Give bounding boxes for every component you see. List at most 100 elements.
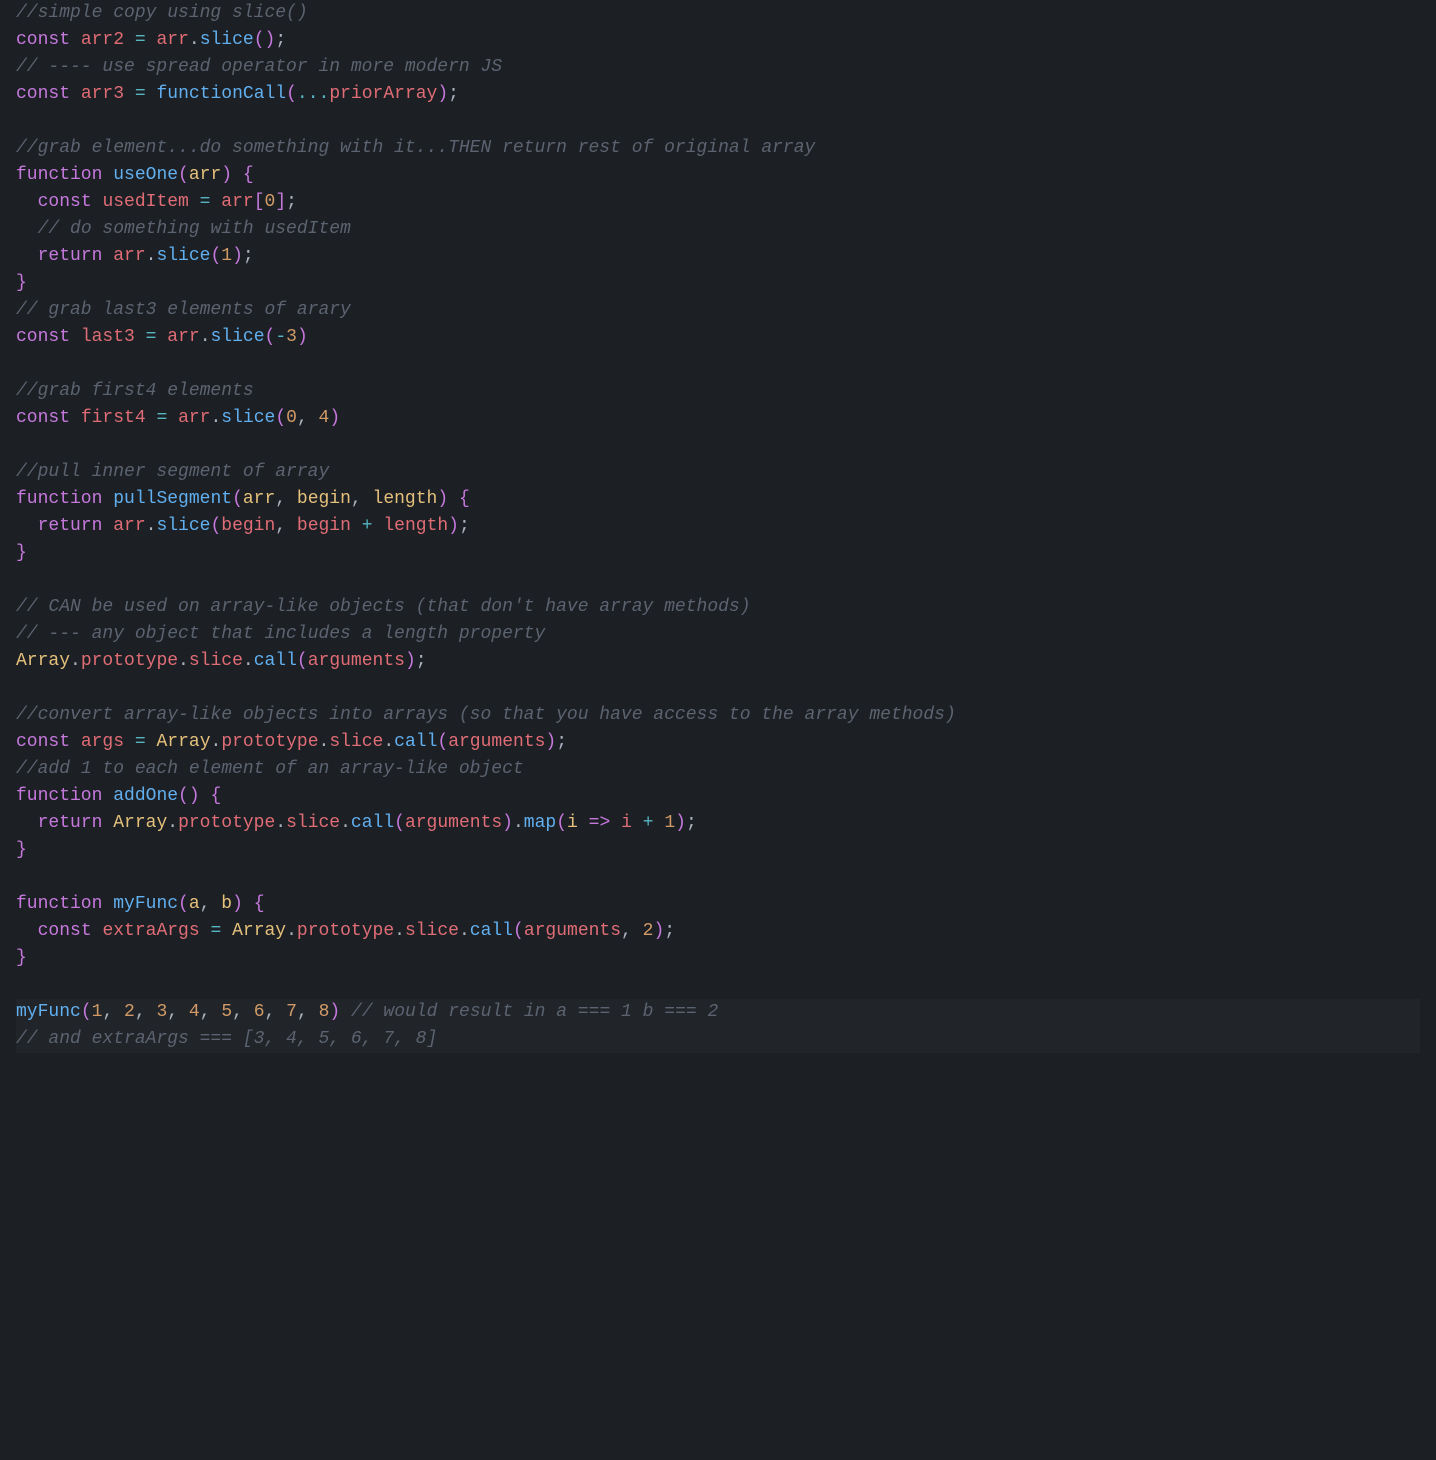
token-indentguide [16, 219, 38, 239]
token-num: 8 [319, 1002, 330, 1022]
token-paren: () [178, 786, 200, 806]
token-plain [102, 894, 113, 914]
token-varname: length [383, 516, 448, 536]
code-line[interactable] [16, 675, 1420, 702]
token-plain [102, 489, 113, 509]
token-plain [351, 516, 362, 536]
token-op: + [362, 516, 373, 536]
token-indentguide [16, 516, 38, 536]
code-line[interactable]: const arr2 = arr.slice(); [16, 27, 1420, 54]
token-plain [146, 408, 157, 428]
code-line[interactable] [16, 351, 1420, 378]
code-line[interactable] [16, 864, 1420, 891]
token-paren: ( [232, 489, 243, 509]
token-comment: // grab last3 elements of arary [16, 300, 351, 320]
token-punct: . [167, 813, 178, 833]
token-num: 5 [221, 1002, 232, 1022]
code-line[interactable] [16, 432, 1420, 459]
token-num: 2 [124, 1002, 135, 1022]
token-paren: ) [329, 408, 340, 428]
token-varname: arr [156, 30, 188, 50]
token-comment: //add 1 to each element of an array-like… [16, 759, 524, 779]
token-funccall: call [394, 732, 437, 752]
token-op: ... [297, 84, 329, 104]
token-punct: , [297, 1002, 319, 1022]
code-line[interactable]: //grab element...do something with it...… [16, 135, 1420, 162]
code-line[interactable]: // ---- use spread operator in more mode… [16, 54, 1420, 81]
token-punct: . [319, 732, 330, 752]
token-varname: priorArray [329, 84, 437, 104]
token-plain [610, 813, 621, 833]
token-indentguide [16, 246, 38, 266]
code-line[interactable]: } [16, 945, 1420, 972]
token-punct: . [383, 732, 394, 752]
token-storage: return [38, 813, 103, 833]
token-funccall: call [351, 813, 394, 833]
code-line[interactable]: //grab first4 elements [16, 378, 1420, 405]
code-line[interactable]: } [16, 837, 1420, 864]
token-paren: ) [405, 651, 416, 671]
code-line[interactable]: // CAN be used on array-like objects (th… [16, 594, 1420, 621]
token-punct: , [297, 408, 319, 428]
code-line[interactable]: // do something with usedItem [16, 216, 1420, 243]
code-line[interactable]: // --- any object that includes a length… [16, 621, 1420, 648]
token-param: a [189, 894, 200, 914]
token-paren: ) [545, 732, 556, 752]
token-paren: ( [178, 165, 189, 185]
code-line[interactable]: const last3 = arr.slice(-3) [16, 324, 1420, 351]
token-punct: . [70, 651, 81, 671]
code-line[interactable]: function addOne() { [16, 783, 1420, 810]
code-line[interactable] [16, 567, 1420, 594]
token-plain [243, 894, 254, 914]
code-line[interactable]: return arr.slice(1); [16, 243, 1420, 270]
code-line[interactable]: myFunc(1, 2, 3, 4, 5, 6, 7, 8) // would … [16, 999, 1420, 1026]
code-line[interactable]: const args = Array.prototype.slice.call(… [16, 729, 1420, 756]
code-line[interactable]: //convert array-like objects into arrays… [16, 702, 1420, 729]
code-line[interactable]: const first4 = arr.slice(0, 4) [16, 405, 1420, 432]
code-line[interactable]: return arr.slice(begin, begin + length); [16, 513, 1420, 540]
code-line[interactable]: //add 1 to each element of an array-like… [16, 756, 1420, 783]
token-punct: ; [448, 84, 459, 104]
token-storage: => [589, 813, 611, 833]
code-line[interactable] [16, 108, 1420, 135]
code-line[interactable] [16, 972, 1420, 999]
token-punct: . [200, 327, 211, 347]
token-comment: //grab first4 elements [16, 381, 254, 401]
code-line[interactable]: // grab last3 elements of arary [16, 297, 1420, 324]
token-storage: const [16, 84, 70, 104]
token-plain [70, 84, 81, 104]
code-line[interactable]: function useOne(arr) { [16, 162, 1420, 189]
code-line[interactable]: function pullSegment(arr, begin, length)… [16, 486, 1420, 513]
token-punct: , [135, 1002, 157, 1022]
code-line[interactable]: const usedItem = arr[0]; [16, 189, 1420, 216]
token-brace: { [459, 489, 470, 509]
code-line[interactable]: return Array.prototype.slice.call(argume… [16, 810, 1420, 837]
token-comment: //convert array-like objects into arrays… [16, 705, 956, 725]
token-bracket: [ [254, 192, 265, 212]
code-line[interactable]: } [16, 540, 1420, 567]
token-prop: prototype [297, 921, 394, 941]
token-varname: arr [178, 408, 210, 428]
code-line[interactable]: const extraArgs = Array.prototype.slice.… [16, 918, 1420, 945]
code-line[interactable]: function myFunc(a, b) { [16, 891, 1420, 918]
token-storage: return [38, 516, 103, 536]
token-num: 1 [92, 1002, 103, 1022]
code-line[interactable]: const arr3 = functionCall(...priorArray)… [16, 81, 1420, 108]
token-op: = [200, 192, 211, 212]
token-plain [70, 30, 81, 50]
token-punct: , [200, 894, 222, 914]
code-line[interactable]: //simple copy using slice() [16, 0, 1420, 27]
token-paren: ( [297, 651, 308, 671]
code-line[interactable]: // and extraArgs === [3, 4, 5, 6, 7, 8] [16, 1026, 1420, 1053]
code-line[interactable]: Array.prototype.slice.call(arguments); [16, 648, 1420, 675]
code-line[interactable]: } [16, 270, 1420, 297]
token-punct: . [211, 732, 222, 752]
token-paren: ( [394, 813, 405, 833]
code-editor[interactable]: //simple copy using slice()const arr2 = … [0, 0, 1436, 1113]
token-varname: args [81, 732, 124, 752]
token-storage: const [38, 921, 92, 941]
token-prop: slice [286, 813, 340, 833]
token-paren: ( [81, 1002, 92, 1022]
token-paren: ) [221, 165, 232, 185]
code-line[interactable]: //pull inner segment of array [16, 459, 1420, 486]
